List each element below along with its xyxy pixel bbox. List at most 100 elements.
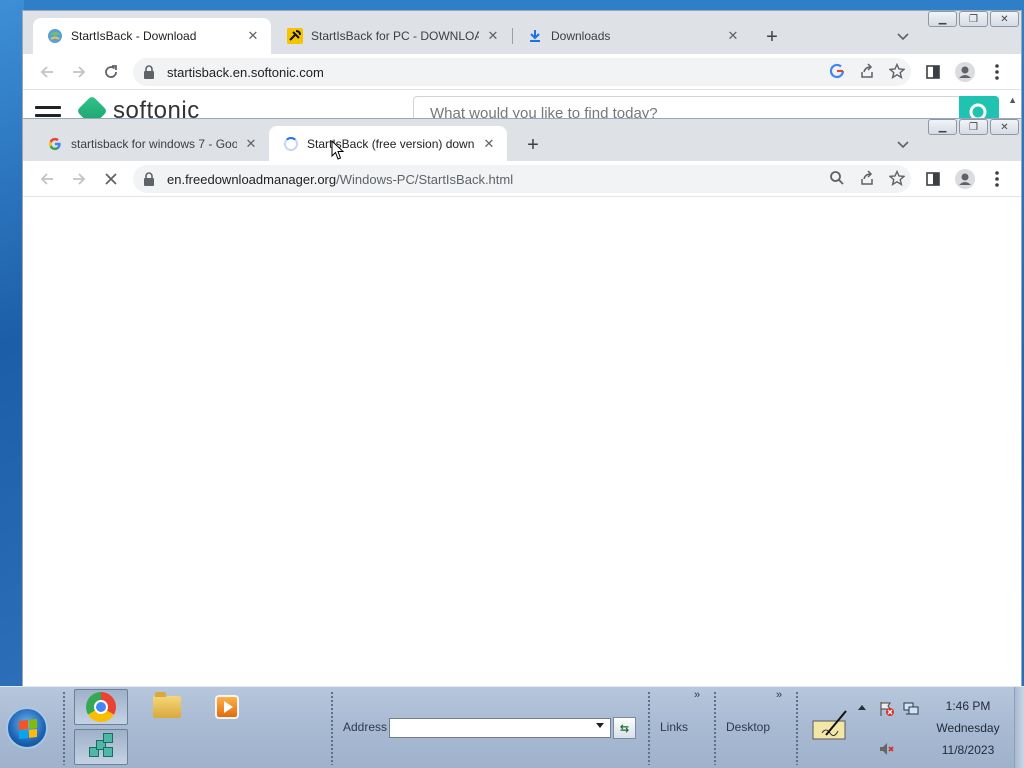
close-window-button[interactable]: ✕ xyxy=(990,11,1019,27)
kebab-menu-icon[interactable] xyxy=(985,167,1009,191)
lock-icon xyxy=(143,65,157,79)
desktop-toolbar-label[interactable]: Desktop xyxy=(726,720,770,734)
browser-window-back[interactable]: StartIsBack - Download ✕ StartIsBack for… xyxy=(22,10,1022,121)
close-tab-icon[interactable]: ✕ xyxy=(725,28,741,44)
taskbar-explorer-button[interactable] xyxy=(140,689,194,725)
window-controls: ▁ ❐ ✕ xyxy=(928,119,1019,135)
tab-downloads[interactable]: Downloads ✕ xyxy=(513,18,751,54)
close-tab-icon[interactable]: ✕ xyxy=(243,136,259,152)
reload-icon[interactable] xyxy=(99,60,123,84)
forward-arrow-icon[interactable] xyxy=(67,60,91,84)
bookmark-star-icon[interactable] xyxy=(888,62,906,82)
volume-muted-icon[interactable] xyxy=(879,741,895,757)
scrollbar-up-arrow-icon[interactable]: ▲ xyxy=(1008,95,1017,105)
url-text: en.freedownloadmanager.org/Windows-PC/St… xyxy=(167,172,911,187)
registry-editor-icon xyxy=(87,733,115,761)
taskbar-media-player-button[interactable] xyxy=(200,689,254,725)
taskbar-regedit-button[interactable] xyxy=(74,729,128,765)
taskbar-address-input[interactable] xyxy=(389,718,611,738)
quick-launch-notepad-icon[interactable] xyxy=(812,709,848,746)
tab-startisback-free-version[interactable]: StartIsBack (free version) downlo ✕ xyxy=(269,126,507,162)
tab-search-chevron-icon[interactable] xyxy=(893,27,913,47)
toolbar-grip[interactable] xyxy=(647,691,651,765)
address-toolbar-label: Address xyxy=(343,720,388,734)
bookmark-star-icon[interactable] xyxy=(888,169,906,189)
share-icon[interactable] xyxy=(859,62,875,82)
minimize-button[interactable]: ▁ xyxy=(928,11,957,27)
toolbar-grip[interactable] xyxy=(330,691,334,765)
url-path: /Windows-PC/StartIsBack.html xyxy=(336,171,514,187)
chrome-icon xyxy=(86,692,116,722)
taskbar-chrome-button[interactable] xyxy=(74,689,128,725)
minimize-button[interactable]: ▁ xyxy=(928,119,957,135)
omnibox-actions xyxy=(829,58,906,86)
close-tab-icon[interactable]: ✕ xyxy=(245,28,261,44)
search-icon[interactable] xyxy=(829,170,845,189)
close-tab-icon[interactable]: ✕ xyxy=(481,136,497,152)
desktop-background xyxy=(0,0,24,686)
close-window-button[interactable]: ✕ xyxy=(990,119,1019,135)
tab-startisback-for-pc[interactable]: StartIsBack for PC - DOWNLOAD ✕ xyxy=(273,18,511,54)
new-tab-button[interactable]: + xyxy=(521,133,545,157)
links-toolbar-label[interactable]: Links xyxy=(660,720,688,734)
new-tab-button[interactable]: + xyxy=(760,25,784,49)
maximize-button[interactable]: ❐ xyxy=(959,11,988,27)
address-go-button[interactable]: ⇆ xyxy=(613,717,636,739)
share-icon[interactable] xyxy=(859,169,875,189)
windows-logo-icon xyxy=(19,719,37,739)
tab-strip: StartIsBack - Download ✕ StartIsBack for… xyxy=(23,11,1021,54)
url-host: en.freedownloadmanager.org xyxy=(167,171,337,187)
show-desktop-button[interactable] xyxy=(1014,687,1024,768)
side-panel-icon[interactable] xyxy=(921,167,945,191)
tab-startisback-download[interactable]: StartIsBack - Download ✕ xyxy=(33,18,271,54)
toolbar-grip[interactable] xyxy=(795,691,799,765)
clock-time: 1:46 PM xyxy=(945,699,991,713)
address-dropdown-arrow-icon[interactable] xyxy=(596,723,604,728)
system-clock[interactable]: 1:46 PM Wednesday 11/8/2023 xyxy=(930,695,1006,761)
back-arrow-icon[interactable] xyxy=(35,167,59,191)
browser-toolbar: en.freedownloadmanager.org/Windows-PC/St… xyxy=(23,161,1021,197)
forward-arrow-icon[interactable] xyxy=(67,167,91,191)
address-bar[interactable]: startisback.en.softonic.com xyxy=(133,58,911,86)
stop-loading-icon[interactable] xyxy=(99,167,123,191)
url-text: startisback.en.softonic.com xyxy=(167,64,324,80)
back-arrow-icon[interactable] xyxy=(35,60,59,84)
mouse-cursor-icon xyxy=(331,139,345,163)
tab-title: StartIsBack - Download xyxy=(71,29,197,43)
profile-avatar-icon[interactable] xyxy=(953,60,977,84)
window-controls: ▁ ❐ ✕ xyxy=(928,11,1019,27)
close-tab-icon[interactable]: ✕ xyxy=(485,28,501,44)
links-chevron[interactable]: » xyxy=(694,689,700,701)
download-icon xyxy=(527,28,543,44)
tab-search-chevron-icon[interactable] xyxy=(893,135,913,155)
action-center-flag-icon[interactable] xyxy=(879,701,895,717)
kebab-menu-icon[interactable] xyxy=(985,60,1009,84)
tab-google-search[interactable]: startisback for windows 7 - Goog ✕ xyxy=(33,126,269,162)
google-icon xyxy=(47,136,63,152)
media-player-icon xyxy=(215,695,239,719)
clock-day: Wednesday xyxy=(936,721,1000,735)
profile-avatar-icon[interactable] xyxy=(953,167,977,191)
tab-title: Downloads xyxy=(551,29,611,43)
toolbar-grip[interactable] xyxy=(62,691,66,765)
softonic-globe-icon xyxy=(47,28,63,44)
browser-toolbar: startisback.en.softonic.com xyxy=(23,54,1021,90)
google-lens-icon[interactable] xyxy=(829,63,845,82)
maximize-button[interactable]: ❐ xyxy=(959,119,988,135)
start-button[interactable] xyxy=(6,707,48,749)
network-icon[interactable] xyxy=(903,701,919,717)
address-bar[interactable]: en.freedownloadmanager.org/Windows-PC/St… xyxy=(133,165,911,193)
tab-title: startisback for windows 7 - Goog xyxy=(71,137,237,151)
show-hidden-icons-arrow-icon[interactable] xyxy=(858,705,866,710)
omnibox-actions xyxy=(829,165,906,193)
page-content-loading xyxy=(23,198,1021,687)
satellite-icon xyxy=(287,28,303,44)
browser-window-front[interactable]: startisback for windows 7 - Goog ✕ Start… xyxy=(22,118,1022,688)
loading-spinner-icon xyxy=(283,136,299,152)
desktop-chevron[interactable]: » xyxy=(776,689,782,701)
toolbar-grip[interactable] xyxy=(713,691,717,765)
windows-taskbar: Address ⇆ Links » Desktop » 1:46 PM Wedn… xyxy=(0,686,1024,768)
side-panel-icon[interactable] xyxy=(921,60,945,84)
lock-icon xyxy=(143,172,157,186)
softonic-site-header: softonic What would you like to find tod… xyxy=(23,91,1021,121)
